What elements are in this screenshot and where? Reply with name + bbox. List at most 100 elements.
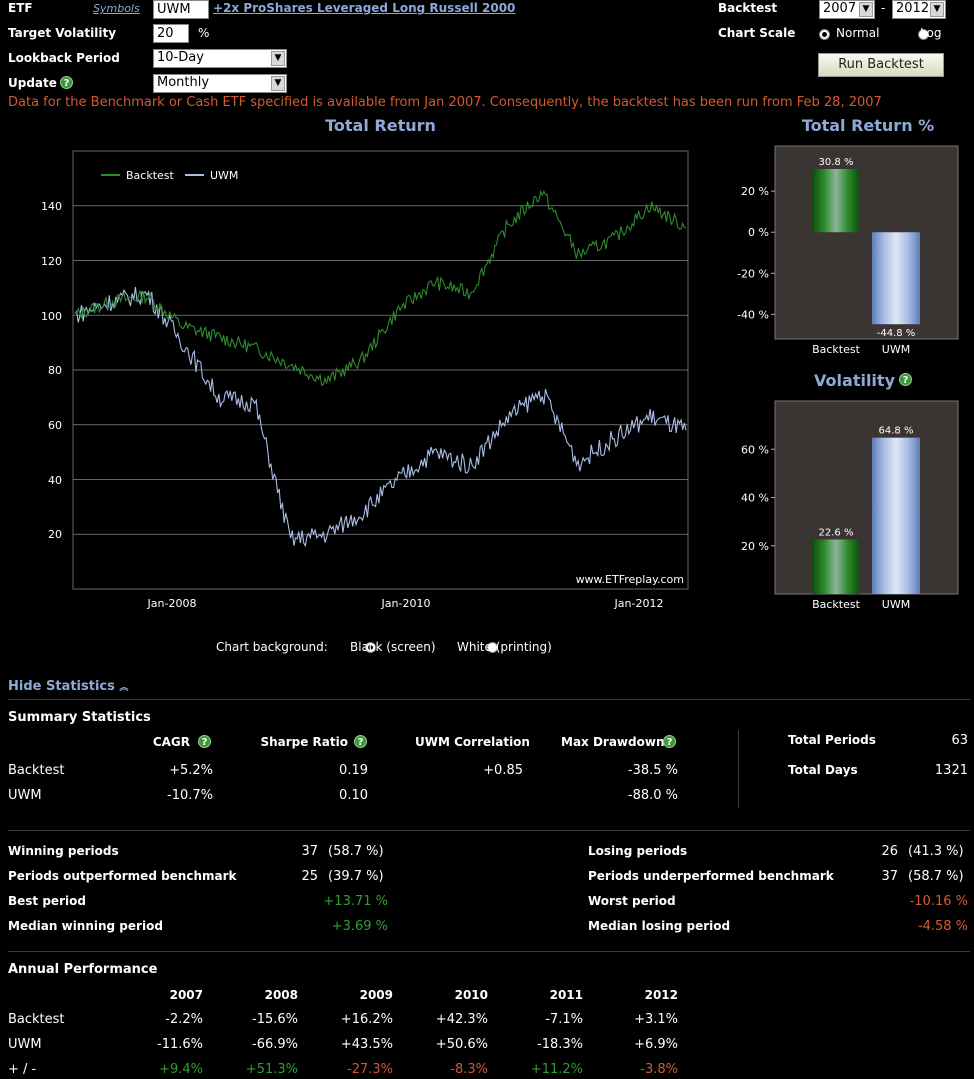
year-header: 2012 bbox=[644, 988, 678, 1002]
x-tick-label: Jan-2012 bbox=[614, 597, 664, 610]
cagr-value: +5.2% bbox=[169, 763, 213, 778]
bar-value-label: -44.8 % bbox=[877, 328, 916, 339]
category-label: Backtest bbox=[812, 598, 861, 611]
x-tick-label: Jan-2008 bbox=[147, 597, 197, 610]
vol-plot-area bbox=[774, 400, 959, 595]
bar-backtest bbox=[812, 539, 860, 594]
losing-periods-count: 26 bbox=[881, 844, 898, 859]
help-icon[interactable]: ? bbox=[198, 735, 211, 748]
volatility-chart: 60 % 40 % 20 % 22.6 % Backtest 64.8 % UWM bbox=[741, 400, 959, 611]
year-header: 2011 bbox=[549, 988, 583, 1002]
y-tick-label: 20 % bbox=[741, 185, 769, 198]
bar-value-label: 30.8 % bbox=[819, 157, 854, 168]
update-label: Update bbox=[8, 76, 57, 90]
total-return-pct-title: Total Return % bbox=[801, 116, 935, 135]
lookback-period-value: 10-Day bbox=[157, 50, 204, 65]
category-label: UWM bbox=[882, 343, 910, 356]
scale-normal-radio[interactable] bbox=[819, 29, 830, 40]
year-header: 2007 bbox=[169, 988, 203, 1002]
chevron-up-icon: ︽ bbox=[119, 683, 129, 693]
chevron-down-icon: ▼ bbox=[859, 2, 873, 17]
row-name: UWM bbox=[8, 788, 42, 803]
chart-watermark: www.ETFreplay.com bbox=[576, 573, 684, 586]
scale-log-label: Log bbox=[920, 26, 942, 40]
notice-text: Data for the Benchmark or Cash ETF speci… bbox=[8, 95, 882, 110]
header-max-drawdown: Max Drawdown bbox=[561, 735, 665, 749]
divider bbox=[8, 830, 970, 831]
category-label: UWM bbox=[882, 598, 910, 611]
backtest-range-label: Backtest bbox=[718, 1, 778, 15]
median-losing-value: -4.58 % bbox=[917, 919, 968, 934]
annual-row-name: + / - bbox=[8, 1062, 37, 1077]
vertical-divider bbox=[738, 730, 739, 808]
worst-period-label: Worst period bbox=[588, 894, 676, 908]
maxdd-value: -38.5 % bbox=[627, 763, 678, 778]
etf-input[interactable]: UWM bbox=[153, 0, 209, 19]
outperformed-label: Periods outperformed benchmark bbox=[8, 869, 237, 883]
annual-value: +50.6% bbox=[435, 1037, 488, 1052]
winning-periods-pct: (58.7 %) bbox=[328, 844, 384, 859]
median-winning-label: Median winning period bbox=[8, 919, 163, 933]
main-chart: Backtest UWM 140 120 100 80 60 40 20 Jan… bbox=[41, 150, 689, 610]
total-days-label: Total Days bbox=[788, 763, 858, 777]
total-periods-value: 63 bbox=[951, 733, 968, 748]
y-tick-label: -40 % bbox=[737, 308, 769, 321]
summary-title: Summary Statistics bbox=[8, 710, 151, 725]
chart-bg-label: Chart background: bbox=[216, 640, 328, 654]
y-tick-label: 80 bbox=[48, 364, 62, 377]
y-tick-label: 60 bbox=[48, 419, 62, 432]
annual-title: Annual Performance bbox=[8, 962, 158, 977]
update-select[interactable]: Monthly ▼ bbox=[153, 74, 287, 93]
chevron-down-icon: ▼ bbox=[271, 76, 285, 91]
legend-backtest: Backtest bbox=[126, 169, 175, 182]
annual-value: +16.2% bbox=[340, 1012, 393, 1027]
annual-value: -66.9% bbox=[252, 1037, 298, 1052]
backtest-from-select[interactable]: 2007 ▼ bbox=[819, 0, 875, 19]
y-tick-label: 40 bbox=[48, 474, 62, 487]
help-icon[interactable]: ? bbox=[899, 373, 912, 386]
chart-bg-white-label: White (printing) bbox=[457, 640, 552, 654]
hide-statistics-link[interactable]: Hide Statistics ︽ bbox=[8, 679, 128, 694]
underperformed-label: Periods underperformed benchmark bbox=[588, 869, 834, 883]
chart-bg-black-label: Black (screen) bbox=[350, 640, 436, 654]
etf-label: ETF bbox=[8, 1, 33, 15]
help-icon[interactable]: ? bbox=[663, 735, 676, 748]
underperformed-pct: (58.7 %) bbox=[908, 869, 964, 884]
backtest-to-select[interactable]: 2012 ▼ bbox=[892, 0, 946, 19]
outperformed-pct: (39.7 %) bbox=[328, 869, 384, 884]
annual-value: +43.5% bbox=[340, 1037, 393, 1052]
help-icon[interactable]: ? bbox=[60, 76, 73, 89]
chevron-down-icon: ▼ bbox=[271, 51, 285, 66]
backtest-from-value: 2007 bbox=[823, 1, 857, 16]
annual-value: +3.1% bbox=[634, 1012, 678, 1027]
annual-value: +51.3% bbox=[245, 1062, 298, 1077]
annual-value: -3.8% bbox=[640, 1062, 678, 1077]
correlation-value: +0.85 bbox=[483, 763, 523, 778]
help-icon[interactable]: ? bbox=[354, 735, 367, 748]
divider bbox=[8, 699, 970, 700]
symbols-link[interactable]: Symbols bbox=[93, 2, 140, 15]
main-chart-title: Total Return bbox=[325, 116, 436, 135]
lookback-period-select[interactable]: 10-Day ▼ bbox=[153, 49, 287, 68]
sharpe-value: 0.10 bbox=[339, 788, 368, 803]
annual-value: -18.3% bbox=[537, 1037, 583, 1052]
best-period-value: +13.71 % bbox=[323, 894, 388, 909]
header-sharpe: Sharpe Ratio bbox=[260, 735, 348, 749]
y-tick-label: 140 bbox=[41, 200, 62, 213]
median-losing-label: Median losing period bbox=[588, 919, 731, 933]
bar-uwm bbox=[872, 437, 920, 594]
winning-periods-count: 37 bbox=[301, 844, 318, 859]
maxdd-value: -88.0 % bbox=[627, 788, 678, 803]
update-value: Monthly bbox=[157, 75, 210, 90]
trp-plot-area bbox=[774, 145, 959, 340]
bar-value-label: 64.8 % bbox=[879, 426, 914, 437]
volatility-title: Volatility bbox=[814, 371, 895, 390]
hide-statistics-label: Hide Statistics bbox=[8, 679, 115, 694]
lookback-period-label: Lookback Period bbox=[8, 51, 120, 65]
etf-name-link[interactable]: +2x ProShares Leveraged Long Russell 200… bbox=[213, 1, 515, 15]
x-tick-label: Jan-2010 bbox=[381, 597, 431, 610]
category-label: Backtest bbox=[812, 343, 861, 356]
target-volatility-input[interactable]: 20 bbox=[153, 24, 189, 43]
worst-period-value: -10.16 % bbox=[909, 894, 968, 909]
run-backtest-button[interactable]: Run Backtest bbox=[818, 53, 944, 77]
